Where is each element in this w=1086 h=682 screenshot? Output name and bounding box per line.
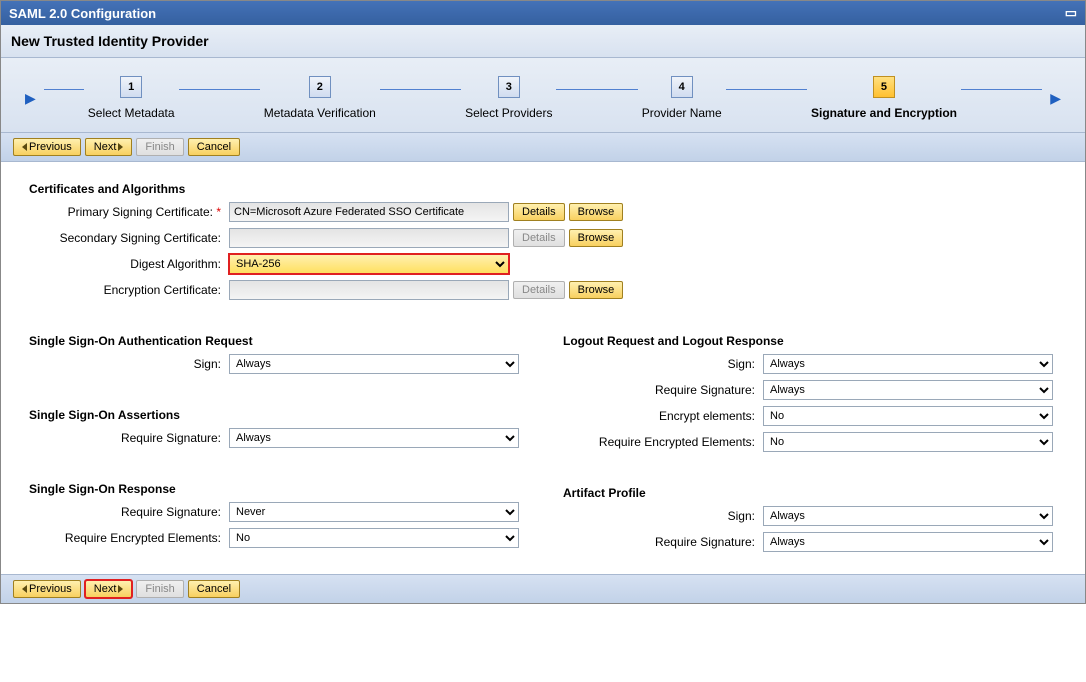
cancel-button[interactable]: Cancel <box>188 138 240 156</box>
wizard-step-2[interactable]: 2 Metadata Verification <box>264 76 376 120</box>
top-toolbar: Previous Next Finish Cancel <box>1 132 1085 162</box>
sso-assert-title: Single Sign-On Assertions <box>29 408 523 422</box>
title-bar: SAML 2.0 Configuration ▭ <box>1 1 1085 25</box>
next-button-bottom[interactable]: Next <box>85 580 133 598</box>
step-label: Select Metadata <box>88 106 175 120</box>
triangle-left-icon <box>22 143 27 151</box>
step-number: 5 <box>873 76 895 98</box>
page-subtitle: New Trusted Identity Provider <box>1 25 1085 58</box>
digest-algorithm-label: Digest Algorithm: <box>29 257 229 271</box>
logout-sign-label: Sign: <box>563 357 763 371</box>
cancel-button-bottom[interactable]: Cancel <box>188 580 240 598</box>
step-label: Metadata Verification <box>264 106 376 120</box>
logout-enc-select[interactable]: No <box>763 406 1053 426</box>
logout-reqsig-label: Require Signature: <box>563 383 763 397</box>
wizard-step-1[interactable]: 1 Select Metadata <box>88 76 175 120</box>
sso-auth-sign-label: Sign: <box>29 357 229 371</box>
artifact-reqsig-select[interactable]: Always <box>763 532 1053 552</box>
artifact-sign-select[interactable]: Always <box>763 506 1053 526</box>
wizard-end-arrow-icon: ▶ <box>1050 90 1061 107</box>
step-number: 3 <box>498 76 520 98</box>
sso-resp-reqenc-label: Require Encrypted Elements: <box>29 531 229 545</box>
step-label: Provider Name <box>642 106 722 120</box>
logout-reqsig-select[interactable]: Always <box>763 380 1053 400</box>
encryption-cert-label: Encryption Certificate: <box>29 283 229 297</box>
logout-enc-label: Encrypt elements: <box>563 409 763 423</box>
primary-details-button[interactable]: Details <box>513 203 565 221</box>
previous-button-bottom[interactable]: Previous <box>13 580 81 598</box>
sso-assert-reqsig-label: Require Signature: <box>29 431 229 445</box>
logout-reqenc-select[interactable]: No <box>763 432 1053 452</box>
sso-auth-title: Single Sign-On Authentication Request <box>29 334 523 348</box>
wizard-step-4[interactable]: 4 Provider Name <box>642 76 722 120</box>
step-number: 4 <box>671 76 693 98</box>
finish-button: Finish <box>136 138 183 156</box>
triangle-right-icon <box>118 585 123 593</box>
encryption-details-button: Details <box>513 281 565 299</box>
encryption-browse-button[interactable]: Browse <box>569 281 624 299</box>
primary-signing-label: Primary Signing Certificate: * <box>29 205 229 219</box>
primary-browse-button[interactable]: Browse <box>569 203 624 221</box>
wizard-start-arrow-icon: ▶ <box>25 90 36 107</box>
artifact-sign-label: Sign: <box>563 509 763 523</box>
next-button[interactable]: Next <box>85 138 133 156</box>
previous-button[interactable]: Previous <box>13 138 81 156</box>
step-label: Signature and Encryption <box>811 106 957 120</box>
window-control-icon[interactable]: ▭ <box>1065 5 1077 21</box>
triangle-right-icon <box>118 143 123 151</box>
primary-signing-input[interactable] <box>229 202 509 222</box>
window-title: SAML 2.0 Configuration <box>9 6 156 21</box>
secondary-browse-button[interactable]: Browse <box>569 229 624 247</box>
certificates-section-title: Certificates and Algorithms <box>29 182 1057 196</box>
finish-button-bottom: Finish <box>136 580 183 598</box>
sso-resp-reqsig-label: Require Signature: <box>29 505 229 519</box>
secondary-signing-label: Secondary Signing Certificate: <box>29 231 229 245</box>
sso-assert-reqsig-select[interactable]: Always <box>229 428 519 448</box>
artifact-title: Artifact Profile <box>563 486 1057 500</box>
sso-resp-reqsig-select[interactable]: Never <box>229 502 519 522</box>
sso-resp-reqenc-select[interactable]: No <box>229 528 519 548</box>
step-number: 2 <box>309 76 331 98</box>
triangle-left-icon <box>22 585 27 593</box>
artifact-reqsig-label: Require Signature: <box>563 535 763 549</box>
wizard-steps: ▶ 1 Select Metadata 2 Metadata Verificat… <box>1 58 1085 132</box>
sso-resp-title: Single Sign-On Response <box>29 482 523 496</box>
bottom-toolbar: Previous Next Finish Cancel <box>1 574 1085 603</box>
secondary-details-button: Details <box>513 229 565 247</box>
step-label: Select Providers <box>465 106 552 120</box>
wizard-step-3[interactable]: 3 Select Providers <box>465 76 552 120</box>
step-number: 1 <box>120 76 142 98</box>
secondary-signing-input[interactable] <box>229 228 509 248</box>
encryption-cert-input[interactable] <box>229 280 509 300</box>
sso-auth-sign-select[interactable]: Always <box>229 354 519 374</box>
logout-title: Logout Request and Logout Response <box>563 334 1057 348</box>
wizard-step-5[interactable]: 5 Signature and Encryption <box>811 76 957 120</box>
logout-reqenc-label: Require Encrypted Elements: <box>563 435 763 449</box>
logout-sign-select[interactable]: Always <box>763 354 1053 374</box>
digest-algorithm-select[interactable]: SHA-256 <box>229 254 509 274</box>
